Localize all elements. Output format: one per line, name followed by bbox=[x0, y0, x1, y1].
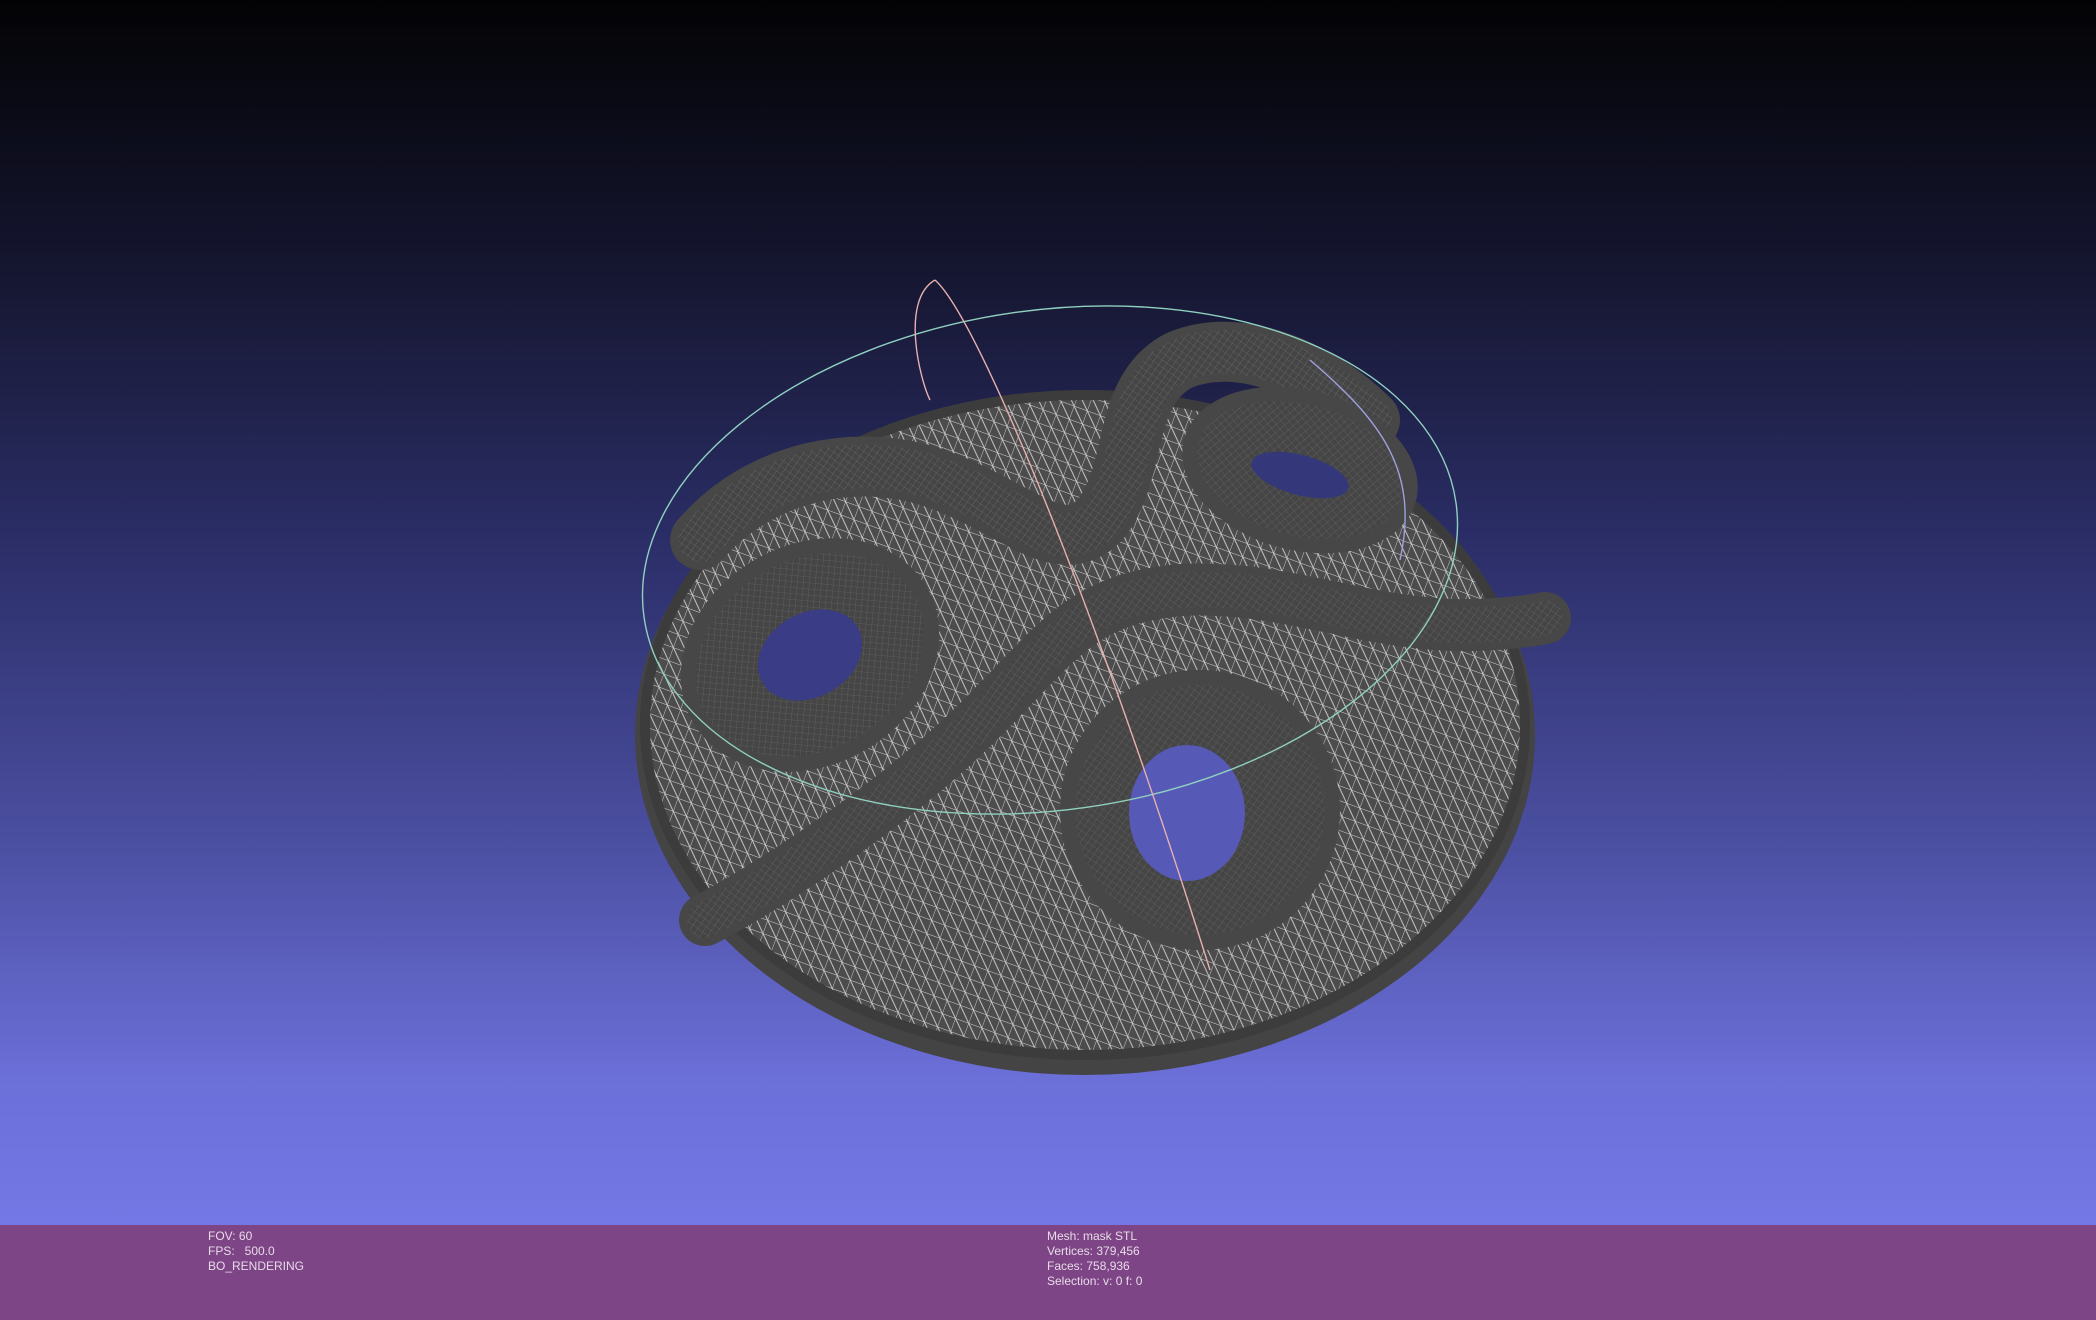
fps-label: FPS: 500.0 bbox=[208, 1244, 275, 1258]
mesh-name-label: Mesh: mask STL bbox=[1047, 1229, 1138, 1243]
info-bar: FOV: 60 FPS: 500.0 BO_RENDERING Mesh: ma… bbox=[0, 1225, 2096, 1320]
mesh-info: Mesh: mask STL Vertices: 379,456 Faces: … bbox=[1047, 1229, 1142, 1289]
vertices-label: Vertices: 379,456 bbox=[1047, 1244, 1140, 1258]
faces-label: Faces: 758,936 bbox=[1047, 1259, 1130, 1273]
mesh-torus-lower bbox=[1060, 670, 1340, 950]
3d-viewport[interactable] bbox=[0, 0, 2096, 1225]
mesh-render[interactable] bbox=[0, 0, 2096, 1225]
render-mode-label: BO_RENDERING bbox=[208, 1259, 305, 1273]
render-info: FOV: 60 FPS: 500.0 BO_RENDERING bbox=[208, 1229, 304, 1274]
selection-label: Selection: v: 0 f: 0 bbox=[1047, 1274, 1143, 1288]
fov-label: FOV: 60 bbox=[208, 1229, 253, 1243]
